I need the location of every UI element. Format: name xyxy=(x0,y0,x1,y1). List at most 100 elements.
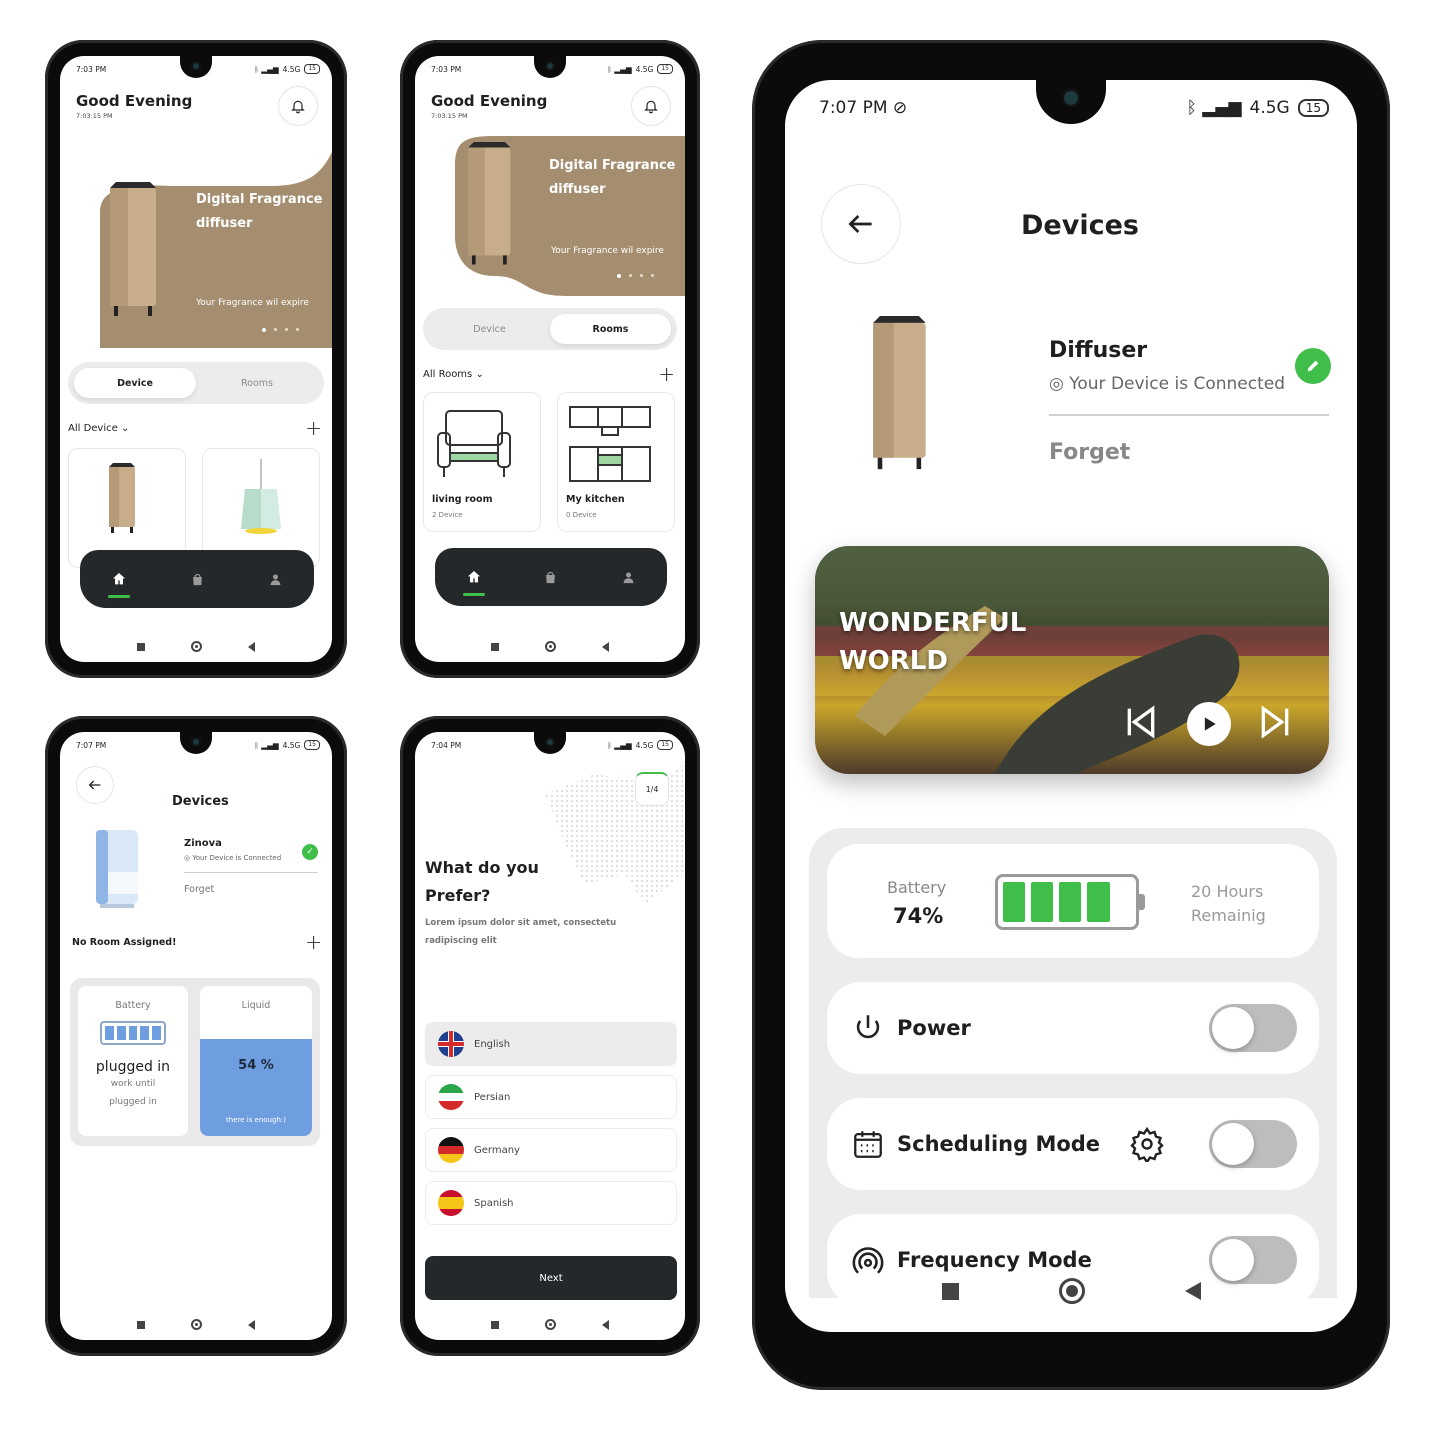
rooms-filter-row: All Rooms ⌄ + xyxy=(423,364,675,384)
shop-tab[interactable] xyxy=(188,570,206,588)
phone-home-rooms: 7:03 PM ᛒ ▂▄▆ 4.5G 15 Good Evening 7:03:15… xyxy=(400,40,700,678)
device-rooms-toggle[interactable]: Device Rooms xyxy=(68,362,324,404)
media-player-card[interactable]: WONDERFUL WORLD xyxy=(815,546,1329,774)
shop-tab[interactable] xyxy=(542,568,560,586)
greeting-block: Good Evening 7:03:15 PM xyxy=(431,92,547,120)
language-option-germany[interactable]: Germany xyxy=(425,1128,677,1172)
recent-apps-button[interactable] xyxy=(941,1282,959,1300)
mute-icon: ⊘ xyxy=(892,98,908,118)
home-tab[interactable] xyxy=(462,568,485,596)
room-assign-row: No Room Assigned! + xyxy=(72,932,322,952)
tab-device[interactable]: Device xyxy=(429,314,550,344)
media-title: WONDERFUL WORLD xyxy=(839,608,1027,676)
language-option-persian[interactable]: Persian xyxy=(425,1075,677,1119)
carousel-dots[interactable] xyxy=(617,274,654,278)
room-name: My kitchen xyxy=(566,494,625,505)
greeting-clock: 7:03:15 PM xyxy=(431,112,468,120)
banner-title: Digital Fragrance diffuser xyxy=(549,158,676,197)
back-nav-button[interactable] xyxy=(248,641,255,652)
home-button[interactable] xyxy=(191,1319,202,1330)
language-option-english[interactable]: English xyxy=(425,1022,677,1066)
system-nav-bar xyxy=(60,641,332,652)
back-nav-button[interactable] xyxy=(602,1319,609,1330)
device-name: Diffuser xyxy=(1049,338,1148,363)
greeting-title: Good Evening xyxy=(76,92,193,110)
pencil-icon xyxy=(1307,360,1319,372)
forget-link[interactable]: Forget xyxy=(184,884,214,895)
controls-panel: Battery 74% 20 Hours Remainig Power Sche… xyxy=(809,828,1337,1298)
power-toggle[interactable] xyxy=(1209,1004,1297,1052)
notification-button[interactable] xyxy=(631,86,671,126)
tab-rooms[interactable]: Rooms xyxy=(550,314,671,344)
home-button[interactable] xyxy=(191,641,202,652)
tab-rooms[interactable]: Rooms xyxy=(196,368,318,398)
back-nav-button[interactable] xyxy=(602,641,609,652)
profile-tab[interactable] xyxy=(266,570,284,588)
bottom-tab-bar xyxy=(435,548,667,606)
gear-icon[interactable] xyxy=(1129,1126,1165,1162)
frequency-toggle[interactable] xyxy=(1209,1236,1297,1284)
battery-card: Battery plugged in work until plugged in xyxy=(78,986,188,1136)
phone-device-detail-large: 7:07 PM ⊘ ᛒ ▂▄▆ 4.5G 15 Devices Diffuser ◎… xyxy=(752,40,1390,1390)
battery-note-2: plugged in xyxy=(109,1097,157,1107)
add-device-button[interactable]: + xyxy=(305,418,322,438)
lamp-image xyxy=(241,459,281,534)
assign-room-button[interactable]: + xyxy=(305,932,322,952)
home-tab[interactable] xyxy=(108,570,130,598)
edit-button[interactable] xyxy=(1295,348,1331,384)
product-banner[interactable]: Digital Fragrance diffuser Your Fragrance… xyxy=(60,152,332,348)
language-description: Lorem ipsum dolor sit amet, consectetu r… xyxy=(425,918,617,946)
prev-track-button[interactable] xyxy=(1121,702,1161,746)
status-time: 7:03 PM xyxy=(76,64,107,74)
carousel-dots[interactable] xyxy=(262,328,299,332)
stats-panel: Battery plugged in work until plugged in… xyxy=(70,978,320,1146)
recent-apps-button[interactable] xyxy=(137,642,145,651)
tab-device[interactable]: Device xyxy=(74,368,196,398)
edit-button[interactable]: ✓ xyxy=(302,844,318,860)
device-filter-dropdown[interactable]: All Device ⌄ xyxy=(68,423,129,434)
home-button[interactable] xyxy=(1058,1278,1085,1304)
recent-apps-button[interactable] xyxy=(491,1320,499,1329)
home-button[interactable] xyxy=(545,1319,556,1330)
power-control: Power xyxy=(827,982,1319,1074)
play-button[interactable] xyxy=(1187,702,1231,746)
back-button[interactable] xyxy=(821,184,901,264)
germany-flag-icon xyxy=(438,1137,464,1163)
scheduling-label: Scheduling Mode xyxy=(897,1132,1101,1156)
network-label: 4.5G xyxy=(635,740,654,750)
room-card-kitchen[interactable]: My kitchen 0 Device xyxy=(557,392,675,532)
rooms-filter-dropdown[interactable]: All Rooms ⌄ xyxy=(423,369,484,380)
forget-link[interactable]: Forget xyxy=(1049,440,1130,465)
liquid-card-label: Liquid xyxy=(241,1000,271,1011)
screen: 7:07 PM ⊘ ᛒ ▂▄▆ 4.5G 15 Devices Diffuser ◎… xyxy=(785,80,1357,1332)
skip-forward-icon xyxy=(1261,705,1289,739)
diffuser-image xyxy=(110,182,156,316)
home-icon xyxy=(467,571,480,583)
back-button[interactable] xyxy=(76,766,114,804)
language-heading: What do you Prefer? xyxy=(425,858,539,905)
back-nav-button[interactable] xyxy=(1184,1282,1201,1300)
room-card-living[interactable]: living room 2 Device xyxy=(423,392,541,532)
notification-button[interactable] xyxy=(278,86,318,126)
product-banner[interactable]: Digital Fragrance diffuser Your Fragrance… xyxy=(415,136,685,296)
scheduling-toggle[interactable] xyxy=(1209,1120,1297,1168)
kitchen-icon xyxy=(569,406,651,482)
add-room-button[interactable]: + xyxy=(658,364,675,384)
back-nav-button[interactable] xyxy=(248,1319,255,1330)
language-option-spanish[interactable]: Spanish xyxy=(425,1181,677,1225)
screen: 7:07 PM ᛒ ▂▄▆ 4.5G 15 Devices Zinova ◎ You… xyxy=(60,732,332,1340)
device-rooms-toggle[interactable]: Device Rooms xyxy=(423,308,677,350)
next-track-button[interactable] xyxy=(1255,702,1295,746)
signal-icon: ᛒ ▂▄▆ xyxy=(254,64,279,74)
home-button[interactable] xyxy=(545,641,556,652)
recent-apps-button[interactable] xyxy=(491,642,499,651)
scheduling-control: Scheduling Mode xyxy=(827,1098,1319,1190)
divider xyxy=(1049,414,1329,416)
recent-apps-button[interactable] xyxy=(137,1320,145,1329)
profile-tab[interactable] xyxy=(619,568,637,586)
battery-indicator: 15 xyxy=(304,740,320,750)
arrow-left-icon xyxy=(88,780,101,790)
play-icon xyxy=(1204,717,1216,731)
remaining-time: 20 Hours Remainig xyxy=(1191,882,1266,925)
next-button[interactable]: Next xyxy=(425,1256,677,1300)
